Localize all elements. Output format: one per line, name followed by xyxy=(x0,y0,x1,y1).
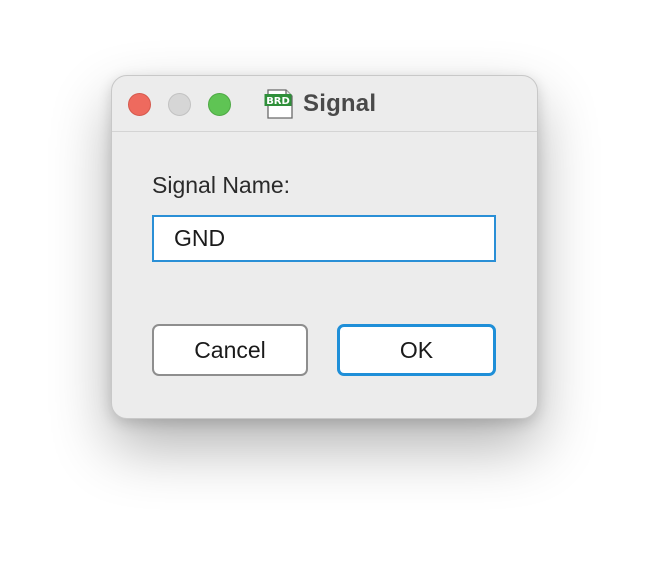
close-window-button[interactable] xyxy=(128,93,151,116)
brd-icon-text: BRD xyxy=(266,96,290,107)
zoom-window-button[interactable] xyxy=(208,93,231,116)
dialog-title: Signal xyxy=(303,90,377,117)
signal-dialog: BRD Signal Signal Name: Cancel OK xyxy=(111,75,538,419)
minimize-window-button[interactable] xyxy=(168,93,191,116)
title-bar: BRD Signal xyxy=(112,76,537,132)
window-title: BRD Signal xyxy=(264,88,376,120)
ok-button[interactable]: OK xyxy=(337,324,496,376)
signal-name-label: Signal Name: xyxy=(152,172,291,198)
cancel-button[interactable]: Cancel xyxy=(152,324,308,376)
signal-name-input[interactable] xyxy=(152,215,496,262)
brd-document-icon: BRD xyxy=(264,89,293,119)
